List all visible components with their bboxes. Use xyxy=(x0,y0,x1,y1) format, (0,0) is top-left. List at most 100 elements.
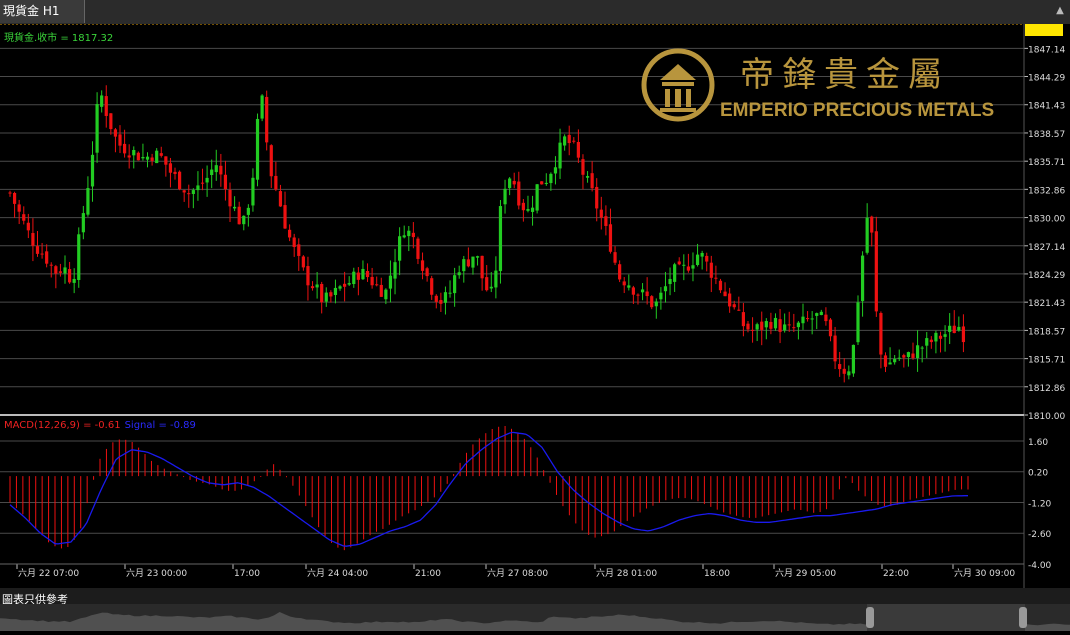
candle-body xyxy=(210,169,214,175)
navigator-left-handle[interactable] xyxy=(866,607,874,628)
candle-body xyxy=(8,192,12,194)
candle-body xyxy=(265,96,269,143)
price-panel-label: 現貨金.收市 = 1817.32 xyxy=(4,31,113,44)
candle-body xyxy=(865,217,869,253)
candle-body xyxy=(636,294,640,296)
candle-body xyxy=(801,316,805,324)
candle-body xyxy=(618,264,622,280)
candle-body xyxy=(77,234,81,280)
candle-body xyxy=(219,165,223,175)
price-tick-label: 1835.71 xyxy=(1028,158,1065,168)
candle-body xyxy=(540,181,544,185)
candle-body xyxy=(173,171,177,174)
candle-body xyxy=(686,266,690,271)
candle-body xyxy=(828,319,833,337)
candle-body xyxy=(457,272,461,276)
candle-body xyxy=(283,205,287,229)
candle-body xyxy=(783,324,787,331)
price-tick-label: 1815.71 xyxy=(1028,356,1065,366)
brand-logo: 帝鋒貴金屬 EMPERIO PRECIOUS METALS xyxy=(640,48,1020,122)
candle-body xyxy=(67,269,72,283)
candle-body xyxy=(897,357,901,359)
candle-body xyxy=(310,286,315,289)
candle-body xyxy=(132,149,136,156)
candle-body xyxy=(443,292,448,303)
time-tick-label: 18:00 xyxy=(704,569,730,579)
candle-body xyxy=(595,186,599,209)
candle-body xyxy=(306,266,310,286)
candle-body xyxy=(141,156,145,159)
scroll-up-icon[interactable]: ▲ xyxy=(1054,5,1066,17)
candle-body xyxy=(888,362,892,365)
candle-body xyxy=(805,318,810,320)
candle-body xyxy=(49,264,53,266)
candle-body xyxy=(104,96,108,116)
candle-body xyxy=(645,291,649,297)
candle-body xyxy=(402,235,406,238)
candle-body xyxy=(233,206,237,209)
candle-body xyxy=(246,207,250,215)
candle-body xyxy=(466,259,470,267)
candle-body xyxy=(40,253,44,255)
candle-body xyxy=(352,271,356,285)
candle-body xyxy=(274,175,278,190)
candle-body xyxy=(952,325,956,334)
candle-body xyxy=(668,278,672,285)
navigator-window[interactable] xyxy=(867,604,1025,631)
candle-body xyxy=(113,129,118,137)
price-tick-label: 1812.86 xyxy=(1028,384,1065,394)
candle-body xyxy=(682,264,686,266)
candle-body xyxy=(72,278,76,283)
price-tick-label: 1827.14 xyxy=(1028,243,1065,253)
candle-body xyxy=(503,188,507,205)
candle-body xyxy=(879,313,883,355)
candle-body xyxy=(494,270,498,288)
brand-name: EMPERIO PRECIOUS METALS xyxy=(720,100,994,121)
candle-body xyxy=(150,157,154,161)
price-tick-label: 1824.29 xyxy=(1028,271,1065,281)
macd-tick-label: -1.20 xyxy=(1028,499,1052,509)
chart-tab[interactable]: 現貨金 H1 xyxy=(0,0,85,23)
time-tick-label: 六月 28 01:00 xyxy=(596,567,657,579)
candle-body xyxy=(544,182,548,184)
candle-body xyxy=(750,329,755,331)
price-tick-label: 1847.14 xyxy=(1028,45,1065,55)
candle-body xyxy=(182,190,186,193)
candle-body xyxy=(228,189,232,207)
candle-body xyxy=(723,291,727,297)
candle-body xyxy=(705,255,709,262)
candle-body xyxy=(292,237,296,248)
candle-body xyxy=(654,301,658,307)
candle-body xyxy=(508,178,512,189)
price-tick-label: 1830.00 xyxy=(1028,215,1065,225)
candle-body xyxy=(393,262,397,279)
candle-body xyxy=(100,95,104,107)
candle-body xyxy=(434,295,438,302)
candle-body xyxy=(526,209,530,211)
candle-body xyxy=(558,142,562,169)
candle-body xyxy=(549,173,553,184)
candle-body xyxy=(365,271,370,278)
candle-body xyxy=(640,289,645,293)
chart-navigator[interactable] xyxy=(0,604,1070,631)
candle-body xyxy=(361,268,365,280)
candle-body xyxy=(521,202,525,211)
navigator-right-handle[interactable] xyxy=(1019,607,1027,628)
candle-body xyxy=(920,347,924,349)
candle-body xyxy=(320,283,324,303)
candle-body xyxy=(851,344,856,374)
candle-body xyxy=(613,252,617,263)
candle-body xyxy=(691,265,695,269)
candle-body xyxy=(448,292,452,294)
time-tick-label: 六月 22 07:00 xyxy=(18,567,79,579)
candle-body xyxy=(489,286,493,289)
candle-body xyxy=(17,204,21,212)
candle-body xyxy=(242,215,246,225)
candle-body xyxy=(755,324,759,330)
candle-body xyxy=(764,321,768,328)
time-tick-label: 17:00 xyxy=(234,569,260,579)
candle-body xyxy=(81,213,85,233)
footer: 圖表只供參考 xyxy=(0,588,1070,631)
price-tick-label: 1838.57 xyxy=(1028,130,1065,140)
candle-body xyxy=(439,299,443,304)
